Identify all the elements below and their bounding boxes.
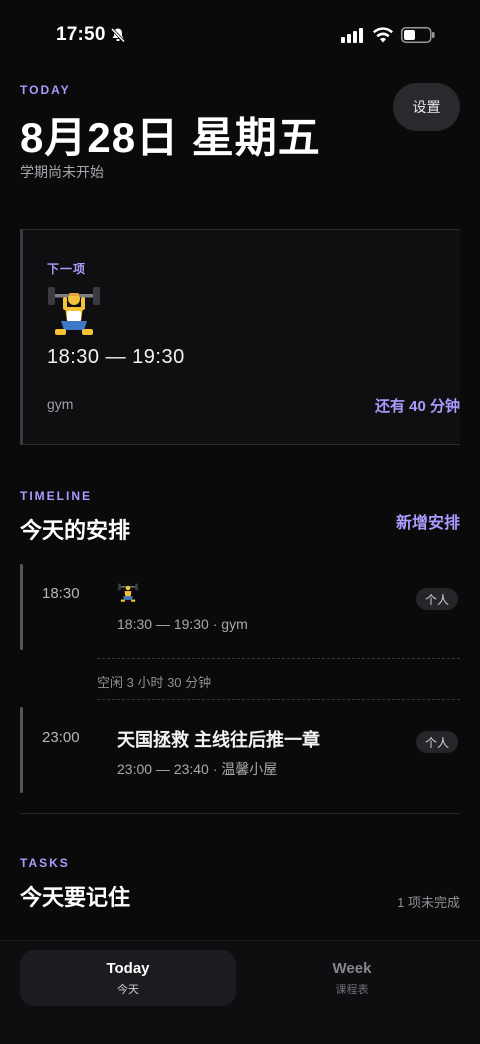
event-bar — [20, 707, 23, 793]
add-schedule-button[interactable]: 新增安排 — [396, 509, 460, 533]
settings-button[interactable]: 设置 — [393, 83, 460, 131]
next-item-remaining: 还有 40 分钟 — [374, 398, 460, 415]
event-start-time: 18:30 — [42, 585, 80, 602]
next-item-label: 下一项 — [47, 262, 87, 276]
battery-icon — [401, 27, 435, 43]
bottom-tab-bar: Today 今天 Week 课程表 — [0, 940, 480, 1044]
cellular-signal-icon — [341, 28, 363, 43]
free-time-text: 空闲 3 小时 30 分钟 — [97, 675, 212, 690]
tab-week[interactable]: Week 课程表 — [244, 950, 460, 1006]
timeline-event[interactable]: 18:30 18:30 — 19:30 · gym 个人 — [20, 564, 460, 652]
event-meta: 18:30 — 19:30 · gym — [117, 616, 248, 632]
event-meta: 23:00 — 23:40 · 温馨小屋 — [117, 761, 278, 777]
semester-status: 学期尚未开始 — [20, 164, 104, 180]
event-tag: 个人 — [415, 588, 458, 610]
gap-divider-bottom — [97, 699, 460, 700]
section-divider — [20, 813, 460, 814]
tab-today-sublabel: 今天 — [117, 983, 139, 996]
wifi-icon — [373, 27, 393, 43]
tab-week-sublabel: 课程表 — [335, 983, 369, 996]
today-eyebrow: TODAY — [20, 83, 71, 97]
event-tag: 个人 — [415, 731, 458, 753]
event-title: 天国拯救 主线往后推一章 — [117, 730, 320, 750]
event-bar — [20, 564, 23, 650]
tasks-incomplete-count: 1 项未完成 — [397, 895, 460, 910]
timeline-event[interactable]: 23:00 天国拯救 主线往后推一章 23:00 — 23:40 · 温馨小屋 … — [20, 707, 460, 795]
gap-divider-top — [97, 658, 460, 659]
tasks-title: 今天要记住 — [20, 885, 131, 910]
tab-today[interactable]: Today 今天 — [20, 950, 236, 1006]
next-item-card[interactable]: 下一项 18:30 — 19:30 gym 还有 40 分钟 — [20, 229, 460, 445]
tab-week-label: Week — [332, 959, 372, 977]
next-item-place: gym — [47, 396, 74, 412]
weightlifter-icon — [118, 583, 138, 602]
next-item-time: 18:30 — 19:30 — [47, 346, 185, 368]
tasks-eyebrow: TASKS — [20, 856, 70, 870]
tab-today-label: Today — [106, 959, 150, 977]
bell-slash-icon — [110, 27, 126, 43]
timeline-title: 今天的安排 — [20, 518, 131, 543]
weightlifter-icon — [48, 287, 100, 335]
timeline-eyebrow: TIMELINE — [20, 489, 92, 503]
status-time: 17:50 — [56, 24, 106, 45]
page-title: 8月28日 星期五 — [20, 114, 321, 161]
event-start-time: 23:00 — [42, 729, 80, 746]
